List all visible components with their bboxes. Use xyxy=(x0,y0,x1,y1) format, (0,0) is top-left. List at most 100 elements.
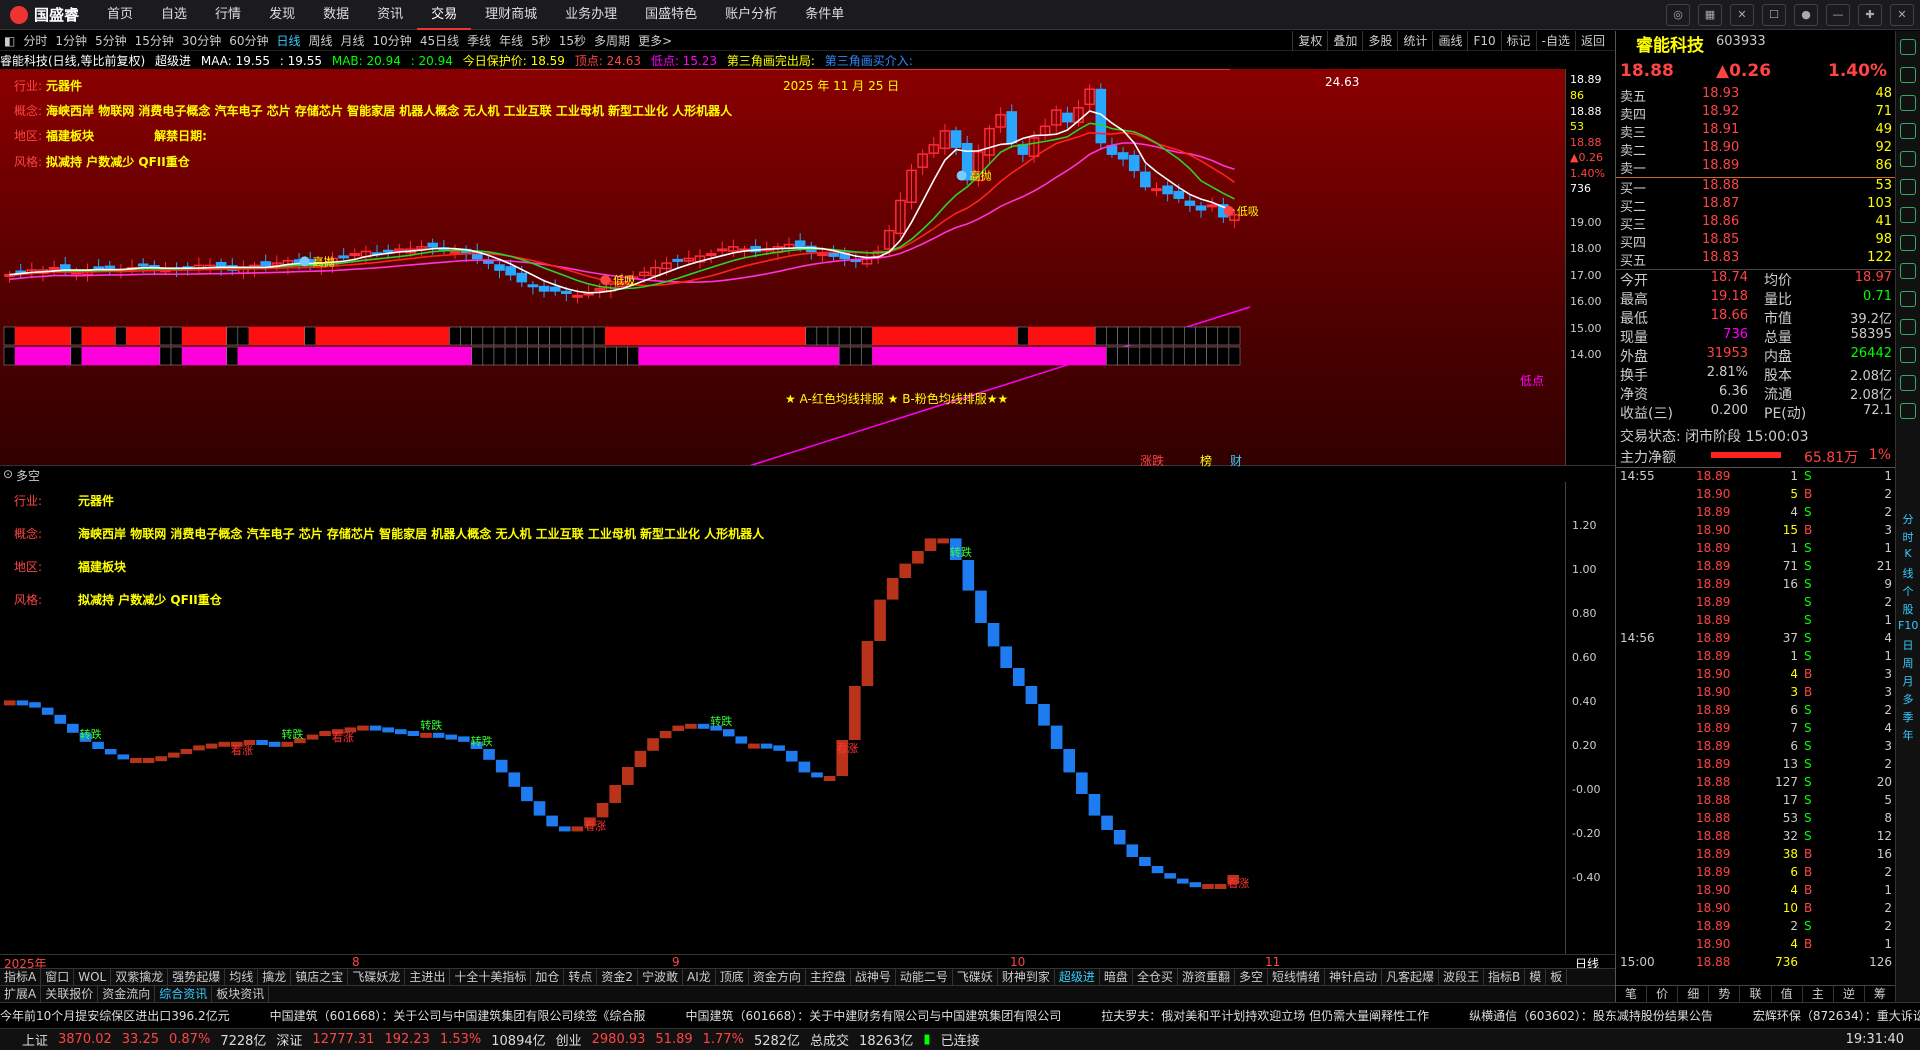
indicator-tab[interactable]: 转点 xyxy=(564,969,598,985)
indicator-tab[interactable]: 暗盘 xyxy=(1100,969,1133,985)
quote-tab[interactable]: 价 xyxy=(1647,986,1679,1002)
indicator-tab[interactable]: 动能二号 xyxy=(896,969,953,985)
news-item[interactable]: 今年前10个月提安综保区进出口396.2亿元 xyxy=(0,1007,230,1024)
indicator-tab[interactable]: 资金2 xyxy=(597,969,639,985)
side-icon[interactable]: 个 xyxy=(1898,583,1918,599)
legend-indicator[interactable]: 超级进 xyxy=(155,54,191,68)
minimize-icon[interactable]: — xyxy=(1826,4,1850,26)
sub-toggle-icon[interactable]: ⊙ xyxy=(3,467,13,481)
indicator-tab[interactable]: 飞碟妖龙 xyxy=(348,969,406,985)
maximize-icon[interactable]: ✚ xyxy=(1858,4,1882,26)
indicator-tab[interactable]: WOL xyxy=(74,969,112,985)
chart-tool-button[interactable]: -自选 xyxy=(1535,31,1575,51)
news-item[interactable]: 宏辉环保（872634）：重大诉讼 xyxy=(1753,1007,1920,1024)
menu-item[interactable]: 业务办理 xyxy=(551,0,631,30)
chart-tool-button[interactable]: 统计 xyxy=(1397,31,1432,51)
chart-tool-button[interactable]: 返回 xyxy=(1574,31,1610,51)
indicator-tab[interactable]: 全仓买 xyxy=(1133,969,1178,985)
info-tab[interactable]: 扩展A xyxy=(0,986,42,1002)
chart-tool-button[interactable]: 复权 xyxy=(1292,31,1327,51)
collapse-icon[interactable]: ◧ xyxy=(0,34,19,48)
news-item[interactable]: 中国建筑（601668）：关于中建财务有限公司与中国建筑集团有限公司 xyxy=(685,1007,1061,1024)
quote-tab[interactable]: 值 xyxy=(1772,986,1803,1002)
indicator-tab[interactable]: 飞碟妖 xyxy=(953,969,998,985)
tool-icon[interactable] xyxy=(1900,207,1916,223)
indicator-tab[interactable]: 均线 xyxy=(225,969,259,985)
period-tab[interactable]: 60分钟 xyxy=(225,32,272,49)
cy-label[interactable]: 创业 xyxy=(556,1030,582,1049)
side-icon[interactable]: 日 xyxy=(1898,637,1918,653)
menu-item[interactable]: 国盛特色 xyxy=(631,0,711,30)
period-tab[interactable]: 5分钟 xyxy=(91,32,131,49)
period-tab[interactable]: 年线 xyxy=(495,32,527,49)
info-tab[interactable]: 板块资讯 xyxy=(212,986,270,1002)
tool-icon[interactable] xyxy=(1900,39,1916,55)
close-icon[interactable]: ✕ xyxy=(1890,4,1914,26)
indicator-tab[interactable]: 财神到家 xyxy=(998,969,1055,985)
indicator-tab[interactable]: 波段王 xyxy=(1439,969,1485,985)
period-tab[interactable]: 日线 xyxy=(272,32,304,49)
sh-label[interactable]: 上证 xyxy=(22,1030,48,1049)
menu-item[interactable]: 条件单 xyxy=(791,0,858,30)
tool-icon[interactable] xyxy=(1900,319,1916,335)
quote-tab[interactable]: 联 xyxy=(1740,986,1772,1002)
tool-icon[interactable] xyxy=(1900,347,1916,363)
quote-tab[interactable]: 细 xyxy=(1678,986,1710,1002)
quote-tab[interactable]: 势 xyxy=(1709,986,1741,1002)
period-tab[interactable]: 分时 xyxy=(19,32,51,49)
period-tab[interactable]: 月线 xyxy=(337,32,369,49)
chart-tool-button[interactable]: F10 xyxy=(1467,31,1500,51)
avatar-icon[interactable]: ● xyxy=(1794,4,1818,26)
side-icon[interactable]: 季 xyxy=(1898,709,1918,725)
sub-chart[interactable]: 转跌 看涨 转跌 看涨 转跌 转跌 看涨 转跌 看涨 转跌 看涨 行业: 元器件 概念: 海峡西岸 物联… xyxy=(0,482,1565,954)
skin-icon[interactable]: ☐ xyxy=(1762,4,1786,26)
menu-item[interactable]: 行情 xyxy=(201,0,255,30)
side-icon[interactable]: 时 xyxy=(1898,529,1918,545)
indicator-tab[interactable]: 模 xyxy=(1525,969,1547,985)
indicator-tab[interactable]: 短线情绪 xyxy=(1268,969,1325,985)
indicator-tab[interactable]: 主进出 xyxy=(405,969,451,985)
grid-icon[interactable]: ▦ xyxy=(1698,4,1722,26)
quote-tab[interactable]: 笔 xyxy=(1616,986,1648,1002)
message-icon[interactable]: ◎ xyxy=(1666,4,1690,26)
indicator-tab[interactable]: 镇店之宝 xyxy=(291,969,349,985)
side-icon[interactable]: 年 xyxy=(1898,727,1918,743)
app-logo[interactable]: 国盛睿 xyxy=(0,4,93,25)
tool-icon[interactable] xyxy=(1900,263,1916,279)
tools-icon[interactable]: ✕ xyxy=(1730,4,1754,26)
side-icon[interactable]: 月 xyxy=(1898,673,1918,689)
period-tab[interactable]: 季线 xyxy=(463,32,495,49)
quote-tab[interactable]: 逆 xyxy=(1834,986,1865,1002)
tool-icon[interactable] xyxy=(1900,291,1916,307)
side-icon[interactable]: 股 xyxy=(1898,601,1918,617)
tool-icon[interactable] xyxy=(1900,375,1916,391)
info-tab[interactable]: 综合资讯 xyxy=(155,986,213,1002)
period-tab[interactable]: 更多> xyxy=(634,32,676,49)
tool-icon[interactable] xyxy=(1900,179,1916,195)
chart-tool-button[interactable]: 叠加 xyxy=(1327,31,1362,51)
news-item[interactable]: 纵横通信（603602）：股东减持股份结果公告 xyxy=(1469,1007,1713,1024)
news-item[interactable]: 拉夫罗夫：俄对美和平计划持欢迎立场 但仍需大量阐释性工作 xyxy=(1101,1007,1429,1024)
indicator-tab[interactable]: 十全十美指标 xyxy=(450,969,532,985)
indicator-tab[interactable]: 双紫擒龙 xyxy=(111,969,169,985)
period-tab[interactable]: 5秒 xyxy=(527,32,555,49)
indicator-tab[interactable]: 资金方向 xyxy=(749,969,806,985)
menu-item[interactable]: 发现 xyxy=(255,0,309,30)
indicator-tab[interactable]: 凡客起爆 xyxy=(1382,969,1440,985)
news-item[interactable]: 中国建筑（601668）：关于公司与中国建筑集团有限公司续签《综合服 xyxy=(270,1007,646,1024)
indicator-tab[interactable]: 主控盘 xyxy=(806,969,851,985)
tool-icon[interactable] xyxy=(1900,151,1916,167)
menu-item[interactable]: 资讯 xyxy=(363,0,417,30)
side-icon[interactable]: F10 xyxy=(1898,619,1918,632)
tool-icon[interactable] xyxy=(1900,403,1916,419)
indicator-tab[interactable]: 窗口 xyxy=(41,969,75,985)
indicator-tab[interactable]: 战神号 xyxy=(851,969,896,985)
indicator-tab[interactable]: 板 xyxy=(1546,969,1568,985)
indicator-tab[interactable]: 擒龙 xyxy=(258,969,292,985)
period-tab[interactable]: 15秒 xyxy=(555,32,590,49)
info-tab[interactable]: 关联报价 xyxy=(41,986,99,1002)
indicator-tab[interactable]: 神针启动 xyxy=(1325,969,1383,985)
indicator-tab[interactable]: 加仓 xyxy=(531,969,565,985)
menu-item[interactable]: 理财商城 xyxy=(471,0,551,30)
side-icon[interactable]: K xyxy=(1898,547,1918,560)
